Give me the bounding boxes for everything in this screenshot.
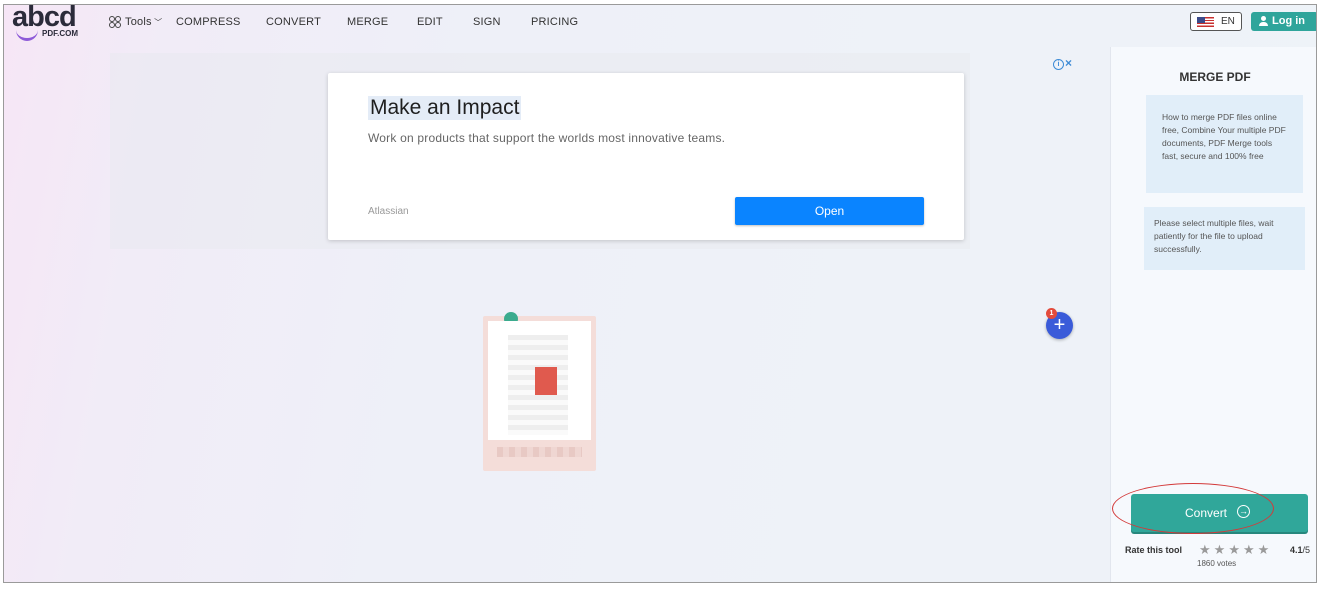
arrow-right-circle-icon: → (1237, 505, 1250, 518)
upload-hint: Please select multiple files, wait patie… (1144, 207, 1305, 270)
star-icon[interactable]: ★ (1243, 542, 1255, 558)
star-icon[interactable]: ★ (1228, 542, 1240, 558)
file-count-badge: 1 (1046, 308, 1057, 319)
us-flag-icon (1197, 17, 1214, 27)
user-icon (1259, 16, 1268, 26)
tool-title: MERGE PDF (1179, 70, 1251, 84)
login-label: Log in (1272, 15, 1305, 27)
login-button[interactable]: Log in (1251, 12, 1316, 31)
nav-compress[interactable]: COMPRESS (176, 16, 241, 28)
file-page-preview (488, 321, 591, 440)
ad-advertiser: Atlassian (368, 206, 409, 217)
language-selector[interactable]: EN (1190, 12, 1242, 31)
rating-score: 4.1/5 (1290, 545, 1310, 555)
language-label: EN (1221, 16, 1235, 27)
site-header: abcd PDF.COM Tools ﹀ COMPRESS CONVERT ME… (4, 5, 1316, 43)
ad-info-icon[interactable]: i (1053, 59, 1064, 70)
nav-pricing[interactable]: PRICING (531, 16, 578, 28)
ad-open-button[interactable]: Open (735, 197, 924, 225)
rate-label: Rate this tool (1125, 545, 1183, 555)
rating-stars[interactable]: ★ ★ ★ ★ ★ (1199, 541, 1272, 559)
star-icon[interactable]: ★ (1214, 542, 1226, 558)
rating-max: /5 (1302, 545, 1311, 555)
nav-sign[interactable]: SIGN (473, 16, 501, 28)
rating-value: 4.1 (1290, 545, 1303, 555)
nav-merge[interactable]: MERGE (347, 16, 388, 28)
ad-close-icon[interactable]: × (1065, 56, 1072, 70)
main-workspace: i × Make an Impact Work on products that… (4, 45, 1094, 582)
nav-edit[interactable]: EDIT (417, 16, 443, 28)
uploaded-file-thumbnail[interactable] (483, 312, 596, 471)
site-logo[interactable]: abcd PDF.COM (10, 5, 86, 43)
tool-description: How to merge PDF files online free, Comb… (1146, 95, 1303, 193)
tools-grid-icon[interactable] (109, 16, 121, 28)
page-image-block (535, 367, 557, 395)
ad-title: Make an Impact (368, 96, 522, 120)
star-icon[interactable]: ★ (1199, 542, 1211, 558)
right-sidebar: MERGE PDF How to merge PDF files online … (1110, 47, 1316, 582)
ad-description: Work on products that support the worlds… (368, 131, 726, 145)
chevron-down-icon: ﹀ (151, 18, 163, 27)
nav-tools[interactable]: Tools ﹀ (125, 16, 162, 28)
convert-label: Convert (1185, 506, 1228, 520)
convert-button[interactable]: Convert → (1131, 494, 1308, 532)
file-name-blurred (497, 447, 582, 457)
star-icon[interactable]: ★ (1258, 542, 1270, 558)
vote-count: 1860 votes (1197, 559, 1237, 568)
logo-subtext: PDF.COM (42, 29, 78, 38)
nav-convert[interactable]: CONVERT (266, 16, 321, 28)
ad-container: i × Make an Impact Work on products that… (110, 53, 1072, 249)
browser-viewport: abcd PDF.COM Tools ﹀ COMPRESS CONVERT ME… (3, 4, 1317, 583)
ad-card[interactable]: Make an Impact Work on products that sup… (328, 73, 964, 240)
logo-swoosh-icon (16, 30, 38, 41)
